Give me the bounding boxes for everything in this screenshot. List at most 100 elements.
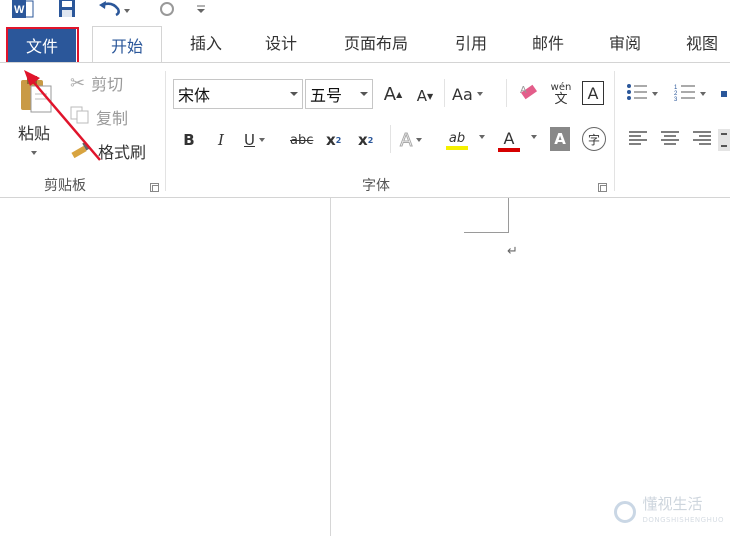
character-border-icon: A <box>587 83 599 103</box>
font-size-value: 五号 <box>310 86 343 105</box>
multilevel-list-button[interactable] <box>718 81 730 107</box>
align-right-button[interactable] <box>690 129 714 151</box>
page-left-edge <box>330 198 331 536</box>
paragraph-mark: ↵ <box>507 244 518 259</box>
align-center-icon <box>660 130 680 150</box>
format-painter-label: 格式刷 <box>98 143 147 162</box>
grow-font-button[interactable]: A ▲ <box>382 81 404 107</box>
paste-dropdown-icon[interactable] <box>28 147 40 159</box>
svg-text:3: 3 <box>674 97 678 101</box>
change-case-button[interactable]: Aa <box>452 81 483 107</box>
watermark-subtitle: DONGSHISHENGHUO <box>642 516 724 524</box>
tab-design[interactable]: 设计 <box>253 22 309 62</box>
multilevel-list-icon <box>721 91 727 97</box>
tab-home[interactable]: 开始 <box>92 26 162 63</box>
font-color-bar <box>498 147 520 152</box>
bullets-button[interactable] <box>626 81 658 107</box>
change-case-icon: Aa <box>452 84 473 104</box>
font-size-select[interactable]: 五号 <box>305 79 373 109</box>
group-separator <box>614 71 615 191</box>
font-dialog-launcher-icon[interactable] <box>598 183 607 192</box>
scissors-icon: ✂ <box>70 72 86 94</box>
font-name-value: 宋体 <box>178 86 211 105</box>
enclose-characters-button[interactable]: 字 <box>582 127 606 151</box>
font-group-label: 字体 <box>362 178 390 194</box>
underline-button[interactable]: U <box>244 127 265 153</box>
ribbon-home: 粘贴 ✂ 剪切 复制 格式刷 剪贴板 宋体 五号 A ▲ A ▼ Aa A wé… <box>0 62 730 198</box>
text-effects-button[interactable]: A <box>399 127 423 153</box>
font-color-dropdown-icon[interactable] <box>528 131 540 143</box>
character-shading-icon: A <box>554 130 566 148</box>
character-shading-button[interactable]: A <box>550 127 570 151</box>
tab-references[interactable]: 引用 <box>443 22 499 62</box>
italic-button[interactable]: I <box>212 127 230 153</box>
bullet-list-icon <box>626 83 648 105</box>
character-border-button[interactable]: A <box>582 81 604 105</box>
word-icon[interactable]: W <box>10 0 36 18</box>
superscript-icon: x <box>358 131 368 149</box>
chevron-down-icon <box>652 92 658 96</box>
paste-icon[interactable] <box>10 71 60 117</box>
subscript-icon: x <box>326 131 336 149</box>
undo-icon[interactable] <box>96 0 134 18</box>
group-separator <box>165 71 166 191</box>
watermark-logo <box>614 501 637 523</box>
chevron-down-icon <box>290 92 298 96</box>
clipboard-group-label: 剪贴板 <box>44 178 86 194</box>
copy-label: 复制 <box>96 109 129 128</box>
copy-button[interactable]: 复制 <box>70 105 128 129</box>
tab-mailings[interactable]: 邮件 <box>520 22 576 62</box>
customize-qat-icon[interactable] <box>192 0 210 18</box>
svg-text:A: A <box>520 85 527 96</box>
divider <box>506 79 507 107</box>
text-effects-icon: A <box>399 129 413 151</box>
tab-insert[interactable]: 插入 <box>178 22 234 62</box>
superscript-button[interactable]: x2 <box>358 127 373 153</box>
cut-button[interactable]: ✂ 剪切 <box>70 71 123 95</box>
format-painter-button[interactable]: 格式刷 <box>70 139 146 163</box>
underline-icon: U <box>244 131 255 149</box>
divider <box>390 125 391 153</box>
tab-review[interactable]: 审阅 <box>597 22 653 62</box>
grow-font-icon: A <box>383 83 397 105</box>
bold-button[interactable]: B <box>180 127 198 153</box>
shrink-font-button[interactable]: A ▼ <box>414 83 436 109</box>
divider <box>444 79 445 107</box>
save-icon[interactable] <box>56 0 78 18</box>
tab-view[interactable]: 视图 <box>674 22 730 62</box>
strikethrough-button[interactable]: abc <box>290 127 313 153</box>
text-highlight-button[interactable]: ab <box>446 125 468 155</box>
phonetic-sub: 文 <box>554 92 568 107</box>
align-center-button[interactable] <box>658 129 682 151</box>
font-name-select[interactable]: 宋体 <box>173 79 303 109</box>
numbering-button[interactable]: 123 <box>674 81 706 107</box>
clipboard-dialog-launcher-icon[interactable] <box>150 183 159 192</box>
highlight-color-bar <box>446 145 468 150</box>
font-color-button[interactable]: A <box>498 125 520 155</box>
margin-marker <box>464 232 509 233</box>
redo-icon[interactable] <box>156 0 178 18</box>
highlight-dropdown-icon[interactable] <box>476 131 488 143</box>
margin-marker <box>508 198 509 233</box>
strikethrough-icon: abc <box>290 132 314 148</box>
copy-icon <box>70 106 90 128</box>
tab-page-layout[interactable]: 页面布局 <box>330 22 422 62</box>
shrink-font-icon: A <box>416 87 428 105</box>
highlight-icon: ab <box>448 130 466 146</box>
numbered-list-icon: 123 <box>674 83 696 105</box>
svg-text:W: W <box>14 4 25 16</box>
subscript-button[interactable]: x2 <box>326 127 341 153</box>
align-right-icon <box>692 130 712 150</box>
ribbon-tab-bar: 文件 开始 插入 设计 页面布局 引用 邮件 审阅 视图 <box>0 22 730 63</box>
quick-access-toolbar: W <box>0 0 730 22</box>
clear-formatting-button[interactable]: A <box>516 81 542 107</box>
align-left-button[interactable] <box>626 129 650 151</box>
justify-icon <box>721 133 727 147</box>
watermark: 懂视生活 DONGSHISHENGHUO <box>614 496 724 528</box>
paste-label[interactable]: 粘贴 <box>14 121 54 143</box>
phonetic-guide-button[interactable]: wén 文 <box>548 79 574 109</box>
eraser-icon: A <box>518 82 540 106</box>
justify-button[interactable] <box>718 129 730 151</box>
document-canvas[interactable] <box>0 198 730 536</box>
watermark-title: 懂视生活 <box>642 495 703 513</box>
